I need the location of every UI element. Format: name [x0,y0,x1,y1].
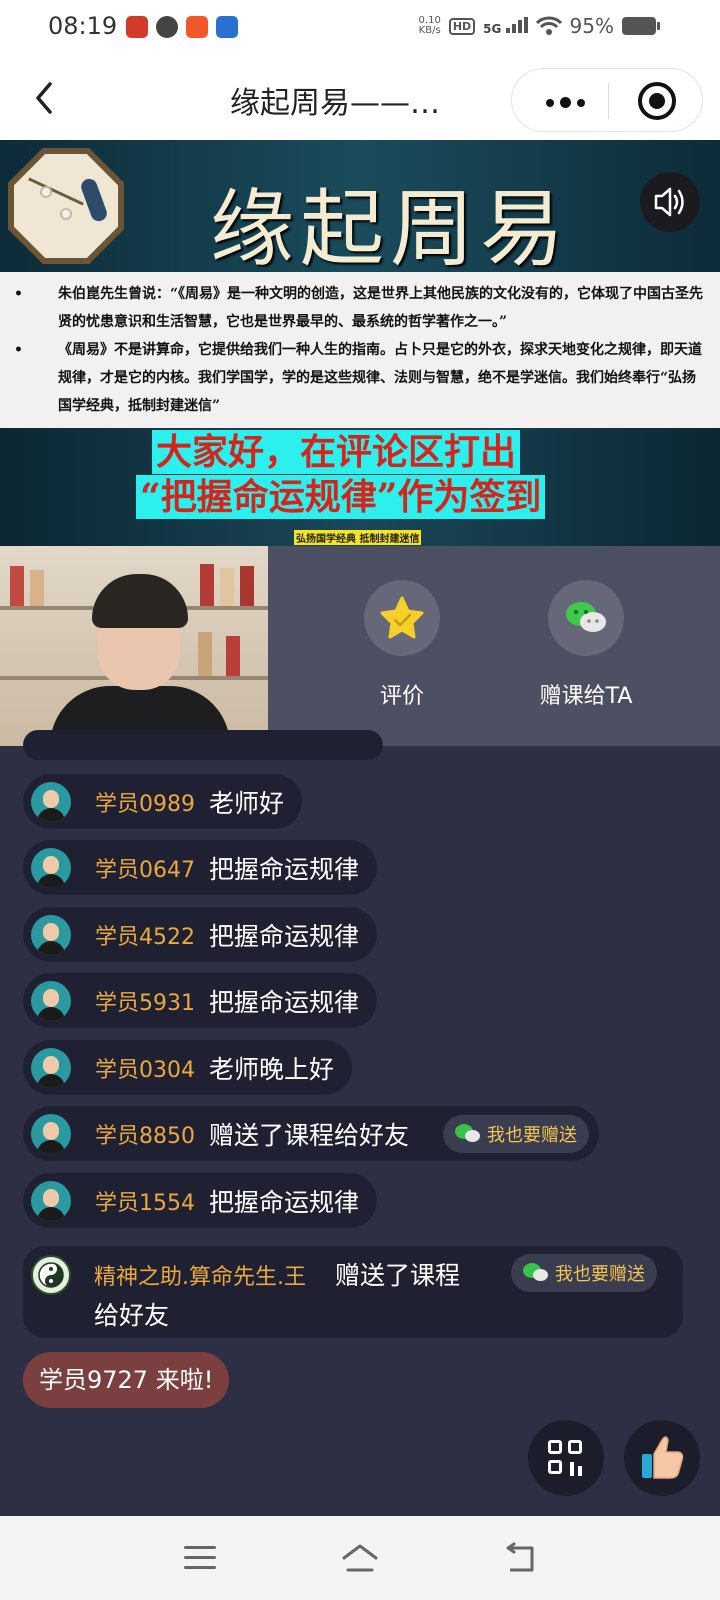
avatar [31,781,71,822]
arrival-notice: 学员9727 来啦! [23,1352,230,1408]
chat-message: 学员8850 赠送了课程给好友 我也要赠送 [23,1106,600,1161]
back-icon[interactable] [502,1542,538,1574]
chat-message: 学员0647 把握命运规律 [23,840,378,895]
app-notification-icon [186,16,208,38]
app-notification-icon [216,16,238,38]
wechat-icon [455,1123,483,1144]
app-notification-icon [156,16,178,38]
avatar [31,980,71,1021]
teacher-hair [92,574,188,628]
action-panel: 评价 赠课给TA [268,546,720,746]
chat-username: 学员0304 [95,1057,195,1083]
chat-message: 学员4522 把握命运规律 [23,907,378,962]
status-time: 08:19 [48,12,118,40]
signal-icon: 5G [483,16,528,36]
net-speed: 0.10 KB/s [418,15,441,36]
back-chevron-icon[interactable] [28,78,64,118]
miniapp-capsule [511,68,703,132]
gift-course-button[interactable]: 赠课给TA [516,580,656,710]
chat-text: 老师晚上好 [209,1054,335,1084]
app-notification-icon [126,16,148,38]
teacher-video[interactable] [0,546,268,746]
chat-text: 老师好 [209,788,285,818]
status-right: 0.10 KB/s HD 5G 95% [418,14,660,38]
chat-message: 学员5931 把握命运规律 [23,973,378,1028]
notification-icons [126,16,238,38]
chat-text: 把握命运规律 [209,921,360,951]
me-too-gift-button[interactable]: 我也要赠送 [511,1254,657,1292]
chat-text: 把握命运规律 [209,987,360,1017]
hd-badge: HD [448,17,476,35]
banner-paragraph: 《周易》不是讲算命，它提供给我们一种人生的指南。占卜只是它的外衣，探求天地变化之… [14,336,704,420]
page-title: 缘起周易——… [230,86,440,121]
avatar [31,847,71,888]
banner-small-label: 弘扬国学经典 抵制封建迷信 [294,530,422,545]
home-icon[interactable] [340,1542,380,1574]
avatar [31,1180,71,1221]
status-bar: 08:19 0.10 KB/s HD 5G 95% [0,0,720,56]
wifi-icon [535,16,562,35]
rate-button[interactable]: 评价 [332,580,472,710]
chat-username: 学员8850 [95,1123,195,1149]
speaker-icon[interactable] [640,172,700,232]
callout-line-2: “把握命运规律”作为签到 [136,475,546,519]
banner-paragraph: 朱伯崑先生曾说：“《周易》是一种文明的创造，这是世界上其他民族的文化没有的，它体… [14,280,704,336]
chat-username: 学员1554 [95,1190,195,1216]
star-icon [380,596,424,639]
painting-flower [40,186,52,198]
chat-message: 学员0304 老师晚上好 [23,1040,353,1095]
avatar [31,914,71,955]
wechat-icon [566,602,606,632]
capsule-divider [608,83,609,119]
chat-username: 学员0989 [95,791,195,817]
chat-message-special: 精神之助.算命先生.王 赠送了课程 给好友 我也要赠送 [23,1246,683,1338]
chat-message: 学员1554 把握命运规律 [23,1173,378,1228]
battery-icon [622,17,660,35]
qr-code-button[interactable] [528,1420,604,1496]
battery-percent: 95% [569,14,614,38]
me-too-gift-button[interactable]: 我也要赠送 [443,1114,590,1153]
avatar [31,1047,71,1088]
chat-text: 把握命运规律 [209,1187,360,1217]
yinyang-avatar [31,1255,71,1295]
chat-text: 把握命运规律 [209,854,360,884]
chat-bubble-partial [23,730,383,760]
banner-title: 缘起周易 [210,180,571,278]
chat-username: 精神之助.算命先生.王 [94,1265,306,1290]
close-miniapp-target-icon[interactable] [638,82,676,120]
painting-flower [60,208,72,220]
nav-bar: 缘起周易——… [0,56,720,140]
chat-text: 赠送了课程 [335,1261,461,1290]
gift-course-label: 赠课给TA [539,684,633,709]
chat-message: 学员0989 老师好 [23,774,303,829]
chat-text: 赠送了课程给好友 [209,1120,410,1150]
avatar [31,1113,71,1154]
rate-label: 评价 [379,684,424,709]
more-dots-icon[interactable] [546,97,585,108]
chat-text: 给好友 [94,1301,170,1330]
system-nav-bar [0,1516,720,1600]
chat-username: 学员0647 [95,857,195,883]
banner-quote-text: 朱伯崑先生曾说：“《周易》是一种文明的创造，这是世界上其他民族的文化没有的，它体… [0,272,720,428]
chat-username: 学员5931 [95,990,195,1016]
wechat-icon [523,1263,551,1283]
chat-username: 学员4522 [95,924,195,950]
callout-line-1: 大家好，在评论区打出 [152,430,521,474]
qr-code-icon [548,1440,584,1476]
thumbs-up-icon [642,1436,684,1479]
like-button[interactable] [624,1420,700,1496]
menu-icon[interactable] [184,1546,216,1570]
